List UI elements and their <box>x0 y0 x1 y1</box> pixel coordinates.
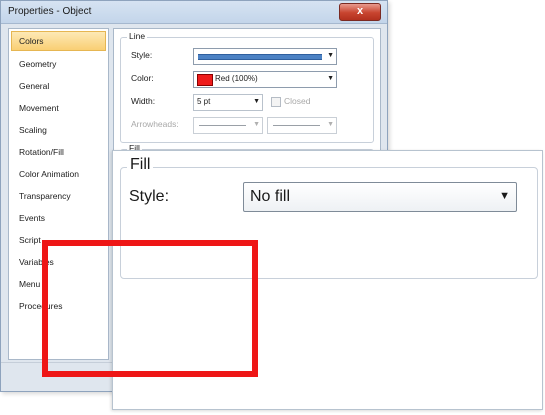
line-color-value: Red (100%) <box>215 74 258 83</box>
arrowhead-end-preview <box>273 125 320 126</box>
line-style-row: Style: ▼ <box>131 48 365 65</box>
category-item-transparency[interactable]: Transparency <box>9 185 108 207</box>
close-button[interactable]: x <box>339 3 381 21</box>
color-swatch <box>197 74 213 86</box>
line-color-row: Color: Red (100%) ▼ <box>131 71 365 88</box>
line-width-label: Width: <box>131 96 156 106</box>
category-item-rotation-fill[interactable]: Rotation/Fill <box>9 141 108 163</box>
zoom-fill-style-label: Style: <box>129 188 170 205</box>
close-icon: x <box>356 5 364 17</box>
arrowhead-end-select[interactable]: ▼ <box>267 117 337 134</box>
category-item-movement[interactable]: Movement <box>9 97 108 119</box>
closed-label: Closed <box>284 96 311 106</box>
chevron-down-icon: ▼ <box>327 75 334 82</box>
line-width-value: 5 pt <box>197 97 211 106</box>
line-style-preview <box>198 54 322 60</box>
category-item-geometry[interactable]: Geometry <box>9 53 108 75</box>
category-item-scaling[interactable]: Scaling <box>9 119 108 141</box>
closed-checkbox[interactable] <box>271 97 281 107</box>
line-width-row: Width: 5 pt ▼ Closed <box>131 94 365 111</box>
category-item-general[interactable]: General <box>9 75 108 97</box>
category-list: Colors Geometry General Movement Scaling… <box>8 28 109 360</box>
line-color-label: Color: <box>131 73 154 83</box>
zoom-fill-caption: Fill <box>127 156 154 174</box>
category-item-variables[interactable]: Variables <box>9 251 108 273</box>
dialog-title: Properties - Object <box>8 6 92 17</box>
category-item-events[interactable]: Events <box>9 207 108 229</box>
arrowhead-start-preview <box>199 125 246 126</box>
chevron-down-icon: ▼ <box>327 121 334 128</box>
chevron-down-icon: ▼ <box>253 121 260 128</box>
category-item-menu[interactable]: Menu <box>9 273 108 295</box>
category-item-script[interactable]: Script <box>9 229 108 251</box>
line-style-select[interactable]: ▼ <box>193 48 337 65</box>
fill-style-select[interactable]: No fill ▼ <box>243 182 517 212</box>
chevron-down-icon: ▼ <box>327 52 334 59</box>
line-style-label: Style: <box>131 50 153 60</box>
line-group-caption: Line <box>127 31 148 41</box>
category-item-color-animation[interactable]: Color Animation <box>9 163 108 185</box>
category-item-colors[interactable]: Colors <box>11 31 106 51</box>
arrowheads-row: Arrowheads: ▼ ▼ <box>131 117 365 134</box>
chevron-down-icon: ▼ <box>499 190 510 202</box>
arrowheads-label: Arrowheads: <box>131 119 179 129</box>
zoom-fill-group: Fill Style: No fill ▼ <box>120 156 538 279</box>
fill-zoom-callout: Fill Style: No fill ▼ <box>112 150 543 410</box>
chevron-down-icon: ▼ <box>253 98 260 105</box>
line-group: Line Style: ▼ Color: Red (100%) ▼ Width: <box>120 31 374 143</box>
fill-style-value: No fill <box>250 188 291 205</box>
title-bar[interactable]: Properties - Object x <box>1 1 387 24</box>
arrowhead-start-select[interactable]: ▼ <box>193 117 263 134</box>
category-item-procedures[interactable]: Procedures <box>9 295 108 317</box>
line-color-select[interactable]: Red (100%) ▼ <box>193 71 337 88</box>
line-width-field[interactable]: 5 pt ▼ <box>193 94 263 111</box>
